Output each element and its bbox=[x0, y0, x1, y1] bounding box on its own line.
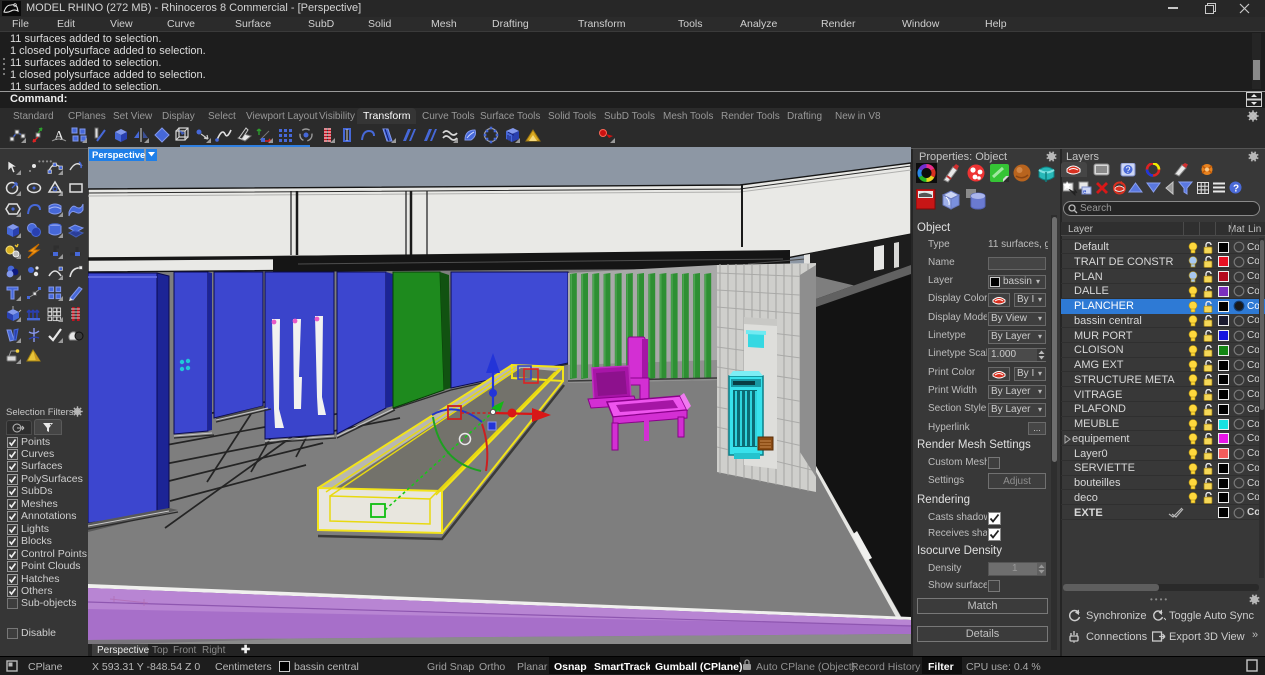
svg-text:A: A bbox=[54, 129, 65, 144]
svg-text:?: ? bbox=[1126, 165, 1131, 175]
svg-text:?: ? bbox=[1233, 184, 1239, 195]
